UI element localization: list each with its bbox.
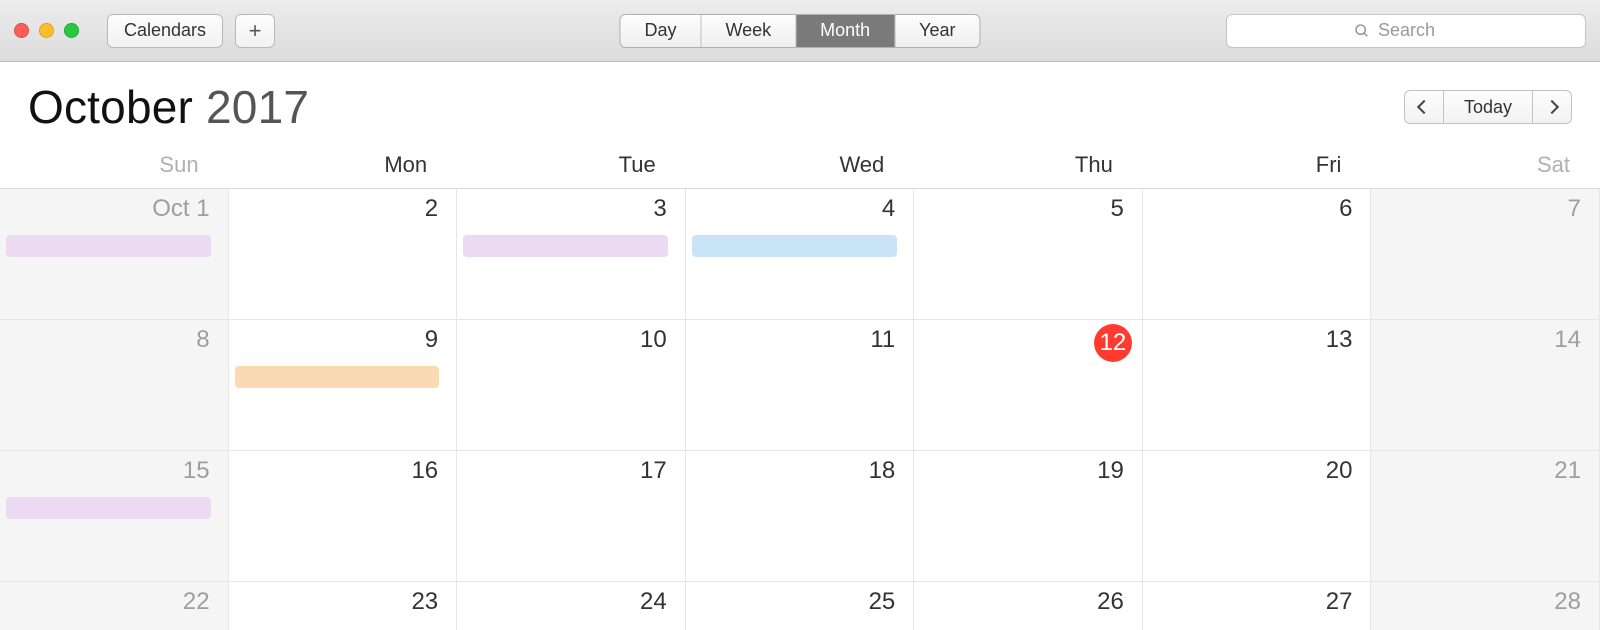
weekday-sun: Sun: [0, 146, 229, 188]
add-event-button[interactable]: +: [235, 14, 275, 48]
today-button[interactable]: Today: [1444, 91, 1533, 123]
date-number: 24: [640, 588, 667, 616]
day-cell[interactable]: 14: [1371, 320, 1600, 451]
date-number: 15: [183, 457, 210, 485]
day-cell[interactable]: 27: [1143, 582, 1372, 630]
toolbar: Calendars + Day Week Month Year: [0, 0, 1600, 62]
weekday-fri: Fri: [1143, 146, 1372, 188]
day-cell[interactable]: 20: [1143, 451, 1372, 582]
month-nav: Today: [1404, 90, 1572, 124]
day-cell[interactable]: 11: [686, 320, 915, 451]
day-cell[interactable]: 25: [686, 582, 915, 630]
date-number: 25: [869, 588, 896, 616]
day-cell[interactable]: 18: [686, 451, 915, 582]
weekday-tue: Tue: [457, 146, 686, 188]
day-cell[interactable]: 15: [0, 451, 229, 582]
today-date-badge: 12: [1094, 324, 1132, 362]
view-switcher: Day Week Month Year: [619, 14, 980, 48]
day-cell[interactable]: 12: [914, 320, 1143, 451]
day-cell[interactable]: 8: [0, 320, 229, 451]
date-number: 14: [1554, 326, 1581, 354]
event-bar[interactable]: [235, 366, 440, 388]
date-number: 6: [1339, 195, 1352, 223]
view-day[interactable]: Day: [620, 15, 701, 47]
day-cell[interactable]: 2: [229, 189, 458, 320]
event-bar[interactable]: [463, 235, 668, 257]
day-cell[interactable]: 23: [229, 582, 458, 630]
month-title: October 2017: [28, 80, 309, 134]
day-cell[interactable]: 4: [686, 189, 915, 320]
weekday-header-row: SunMonTueWedThuFriSat: [0, 146, 1600, 189]
search-field[interactable]: [1226, 14, 1586, 48]
date-number: 17: [640, 457, 667, 485]
date-number: 20: [1326, 457, 1353, 485]
date-number: 28: [1554, 588, 1581, 616]
day-cell[interactable]: 13: [1143, 320, 1372, 451]
date-number: 23: [411, 588, 438, 616]
day-cell[interactable]: 28: [1371, 582, 1600, 630]
day-cell[interactable]: 5: [914, 189, 1143, 320]
day-cell[interactable]: 7: [1371, 189, 1600, 320]
day-cell[interactable]: 10: [457, 320, 686, 451]
day-cell[interactable]: 21: [1371, 451, 1600, 582]
day-cell[interactable]: Oct 1: [0, 189, 229, 320]
day-cell[interactable]: 26: [914, 582, 1143, 630]
date-number: 5: [1110, 195, 1123, 223]
day-cell[interactable]: 3: [457, 189, 686, 320]
date-number: 4: [882, 195, 895, 223]
date-number: 19: [1097, 457, 1124, 485]
search-input[interactable]: [1378, 20, 1458, 41]
view-year[interactable]: Year: [895, 15, 979, 47]
weekday-sat: Sat: [1371, 146, 1600, 188]
date-number: 7: [1568, 195, 1581, 223]
weekday-thu: Thu: [914, 146, 1143, 188]
date-number: 3: [653, 195, 666, 223]
prev-month-button[interactable]: [1405, 91, 1444, 123]
month-header: October 2017 Today: [0, 62, 1600, 146]
date-number: 2: [425, 195, 438, 223]
event-bar[interactable]: [692, 235, 897, 257]
date-number: 18: [869, 457, 896, 485]
date-number: 10: [640, 326, 667, 354]
day-cell[interactable]: 16: [229, 451, 458, 582]
date-number: 13: [1326, 326, 1353, 354]
day-cell[interactable]: 19: [914, 451, 1143, 582]
close-window-button[interactable]: [14, 23, 29, 38]
day-cell[interactable]: 24: [457, 582, 686, 630]
minimize-window-button[interactable]: [39, 23, 54, 38]
event-bar[interactable]: [6, 235, 211, 257]
date-number: 11: [870, 326, 895, 354]
day-cell[interactable]: 9: [229, 320, 458, 451]
date-number: 22: [183, 588, 210, 616]
weekday-mon: Mon: [229, 146, 458, 188]
event-bar[interactable]: [6, 497, 211, 519]
calendar-grid: Oct 123456789101112131415161718192021222…: [0, 189, 1600, 630]
date-number: 26: [1097, 588, 1124, 616]
calendars-button[interactable]: Calendars: [107, 14, 223, 48]
date-number: 8: [196, 326, 209, 354]
day-cell[interactable]: 6: [1143, 189, 1372, 320]
view-week[interactable]: Week: [701, 15, 796, 47]
day-cell[interactable]: 17: [457, 451, 686, 582]
chevron-right-icon: [1545, 100, 1559, 114]
date-number: 27: [1326, 588, 1353, 616]
month-name: October: [28, 81, 193, 133]
search-icon: [1354, 23, 1370, 39]
zoom-window-button[interactable]: [64, 23, 79, 38]
date-number: 21: [1554, 457, 1581, 485]
date-number: Oct 1: [152, 195, 209, 223]
day-cell[interactable]: 22: [0, 582, 229, 630]
window-controls: [14, 23, 79, 38]
chevron-left-icon: [1417, 100, 1431, 114]
year-number: 2017: [206, 81, 309, 133]
date-number: 16: [411, 457, 438, 485]
weekday-wed: Wed: [686, 146, 915, 188]
view-month[interactable]: Month: [796, 15, 895, 47]
date-number: 9: [425, 326, 438, 354]
next-month-button[interactable]: [1533, 91, 1571, 123]
